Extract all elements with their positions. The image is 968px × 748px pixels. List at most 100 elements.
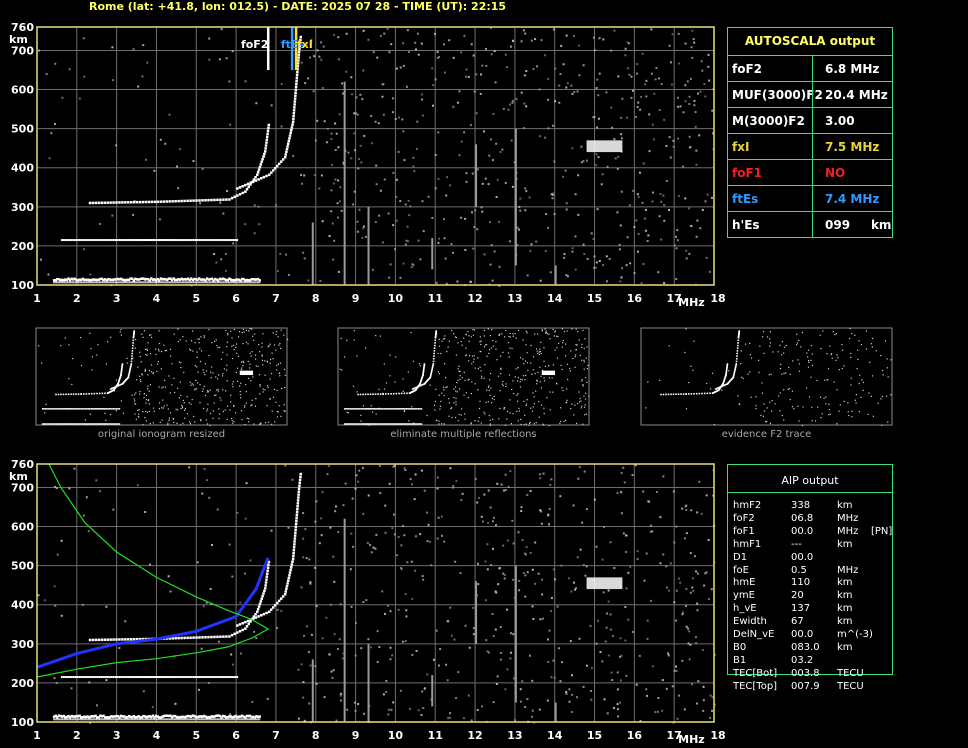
thumb-noise [158,342,161,345]
thumb-noise [829,345,831,347]
thumb-noise [824,379,826,381]
noise-point [502,544,505,547]
noise-streak [514,565,517,703]
noise-point [164,142,167,145]
noise-point [554,100,557,103]
es-echo [152,676,155,679]
noise-point [224,269,227,272]
thumb-noise [199,384,201,386]
thumb-noise [216,378,219,380]
noise-point [641,52,644,55]
thumb-noise [837,357,839,359]
f-echo [295,79,298,83]
thumb-noise [272,332,274,334]
x-unit-label: MHz [678,296,705,309]
thumb-noise [477,368,479,370]
es-echo [258,718,261,721]
f-echo [267,610,271,614]
noise-point [308,702,311,705]
f-echo [88,638,92,642]
f-echo [285,150,288,154]
noise-point [387,708,390,711]
noise-point [645,95,648,98]
thumb-noise [203,385,205,388]
thumb-noise [807,349,810,351]
es-echo [206,676,209,679]
noise-point [345,70,348,73]
noise-point [541,593,544,596]
thumb-noise [545,331,547,334]
thumb-es [95,408,97,410]
thumb-noise [259,384,261,386]
thumb-es [398,408,401,410]
noise-point [580,145,583,148]
f-echo [213,198,216,202]
noise-point [404,203,407,206]
thumb-f-trace [665,393,667,396]
noise-point [453,638,456,641]
noise-point [589,625,592,628]
thumb-noise [471,363,473,365]
thumb-es [44,408,47,410]
noise-point [111,214,114,217]
f-echo [299,475,302,479]
thumb-noise [540,404,543,406]
thumb-noise [574,366,576,368]
thumb-noise [741,376,743,378]
noise-point [552,568,555,571]
noise-point [53,123,56,126]
noise-point [694,636,697,639]
thumb-es [103,423,106,425]
thumb-es [62,408,65,410]
y-tick-label: 600 [11,521,34,534]
noise-point [330,210,333,213]
thumb-noise [261,355,263,357]
thumb-noise [434,400,437,403]
thumb-noise [581,405,583,407]
thumb-noise [544,365,546,368]
thumb-noise [857,349,859,351]
noise-point [620,276,623,279]
noise-point [358,469,361,472]
noise-point [571,693,574,696]
noise-point [600,183,603,186]
thumb-noise [659,379,661,382]
noise-point [495,195,498,198]
thumb-noise [820,417,822,419]
aip-param: hmF1 [733,538,762,550]
noise-point [95,479,98,482]
f-echo [132,637,136,641]
noise-point [534,541,537,544]
thumb-noise [192,384,194,386]
noise-point [350,605,353,608]
es-echo [116,676,119,679]
es-echo [186,676,189,679]
thumb-noise [110,336,112,338]
noise-point [665,687,668,690]
noise-point [337,146,340,149]
f-echo [296,507,299,511]
y-tick-label: 400 [11,599,34,612]
thumb-es [61,423,63,425]
noise-point [220,28,223,31]
noise-point [169,590,172,593]
thumb-block [541,370,556,376]
thumb-noise [437,371,440,373]
noise-point [658,77,661,80]
noise-point [535,240,538,243]
f-echo [297,53,301,56]
thumb-noise [189,381,191,383]
thumb-es [355,408,358,410]
f-echo [228,635,231,638]
thumb-noise [268,345,270,347]
noise-point [647,500,650,503]
x-tick-label: 2 [73,292,81,305]
aip-value: 338 [791,500,811,511]
thumb-es [371,408,374,410]
noise-point [473,90,476,93]
thumb-noise [491,402,493,404]
f-echo [230,196,234,200]
thumb-f-trace [709,392,711,395]
thumb-noise [558,342,560,344]
thumb-es [50,423,53,425]
